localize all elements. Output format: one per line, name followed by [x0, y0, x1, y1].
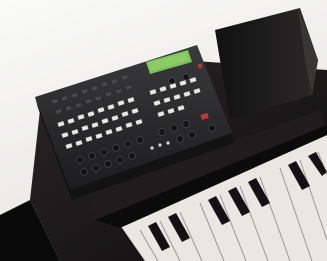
photo-frame: [0, 0, 327, 261]
red-indicator: [197, 63, 203, 69]
knob: [168, 77, 176, 85]
knob: [182, 73, 190, 81]
photo-scene: [0, 8, 327, 261]
